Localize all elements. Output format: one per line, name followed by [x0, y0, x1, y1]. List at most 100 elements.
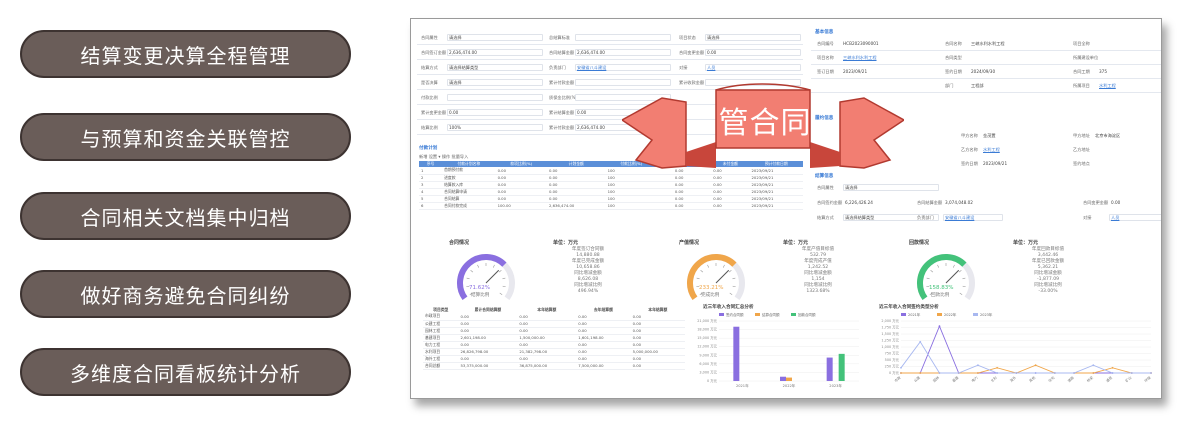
- data-point: [1034, 364, 1037, 367]
- field-input[interactable]: [705, 64, 801, 71]
- field-input[interactable]: [447, 109, 543, 116]
- y-tick-label: 1,500 万元: [881, 332, 899, 336]
- legend-label: 回款合同额: [798, 312, 816, 317]
- x-tick-label: 海外: [1009, 375, 1018, 384]
- table-cell: 0.00: [546, 188, 606, 196]
- table-cell: 0.00: [517, 355, 577, 363]
- table-cell: 6: [419, 202, 443, 210]
- field-input[interactable]: [575, 34, 671, 41]
- table-row: 电力工程 0.00 0.00 0.00 0.00: [423, 341, 685, 349]
- table-row[interactable]: 6 合同付款完成 100.00 2,636,474.00 100 0.00 0.00 2023…: [419, 202, 803, 210]
- data-point: [938, 372, 941, 374]
- field-value: 安徽省八斗建设: [577, 65, 607, 70]
- x-tick-label: 住宅: [1047, 375, 1056, 384]
- table-cell: 0.00: [495, 195, 547, 203]
- table-cell: 0.00: [517, 320, 577, 328]
- table-cell: 0.00: [711, 195, 750, 203]
- feature-label: 合同相关文档集中归档: [80, 205, 291, 230]
- data-point: [1111, 372, 1114, 374]
- field-label: 是否决算: [421, 80, 438, 85]
- legend-swatch: [901, 313, 906, 316]
- gauge-stats: 年度回款目标值 3,442.46 年度已回款金额 5,362.21 同比增减金额 -1,8…: [1013, 247, 1083, 295]
- gauge-needle: [485, 269, 500, 284]
- table-cell: 0.00: [576, 327, 631, 335]
- feature-label: 与预算和资金关联管控: [80, 126, 291, 151]
- table-row: 水利项目 26,826,798.00 21,382,798.00 0.00 5,000,…: [423, 348, 685, 356]
- field-value: 三峡水利水利工程: [971, 41, 1005, 46]
- field-label: 签约日期: [961, 161, 978, 166]
- y-tick-label: 18,000 万元: [697, 328, 717, 332]
- field-label: 甲方名称: [961, 133, 978, 138]
- table-cell: 合同付款完成: [442, 202, 496, 210]
- bar: [780, 376, 786, 381]
- table-row: 合同总额 53,375,000.00 36,875,000.00 7,500,000.…: [423, 362, 685, 370]
- series-line: [901, 325, 1151, 374]
- field-value: 三峡水利水利工程: [843, 55, 877, 60]
- gauge-percent: 233.21%: [699, 285, 724, 291]
- table-cell: 7,500,000.00: [576, 362, 631, 370]
- table-cell: 0.00: [458, 320, 518, 328]
- table-cell: 0.00: [458, 341, 518, 349]
- field-value: 请选择: [449, 80, 462, 85]
- table-row: 海外工程 0.00 0.00 0.00 0.00: [423, 355, 685, 363]
- feature-pill: 做好商务避免合同纠纷: [20, 270, 351, 318]
- field-label: 乙方名称: [961, 147, 978, 152]
- field-label: 签订日期: [817, 69, 834, 74]
- y-tick-label: 1,750 万元: [881, 326, 899, 330]
- field-label: 甲方地址: [1073, 133, 1090, 138]
- gauge-unit: 单位：万元: [783, 240, 809, 246]
- field-input[interactable]: [447, 124, 543, 131]
- field-value: 请选择结算类型: [845, 215, 875, 220]
- gauge-tick: [707, 264, 710, 268]
- row-divider: [417, 74, 803, 75]
- table-cell: 0.00: [630, 355, 685, 363]
- table-row: 市政项目 0.00 0.00 0.00 0.00: [423, 313, 685, 321]
- data-point: [1150, 372, 1152, 374]
- gauge-unit: 单位：万元: [1013, 240, 1039, 246]
- y-tick-label: 1,000 万元: [881, 345, 899, 349]
- table-row[interactable]: 5 合同结算 0.00 0.00 100 0.00 0.00 2023/09/21: [419, 195, 803, 203]
- table-cell: 0.00: [630, 334, 685, 342]
- feature-label: 做好商务避免合同纠纷: [80, 283, 291, 308]
- gauge-tick: [962, 285, 966, 288]
- table-cell: 市政项目: [423, 313, 459, 321]
- legend-swatch: [937, 313, 942, 316]
- feature-label: 结算变更决算全程管理: [80, 43, 291, 68]
- x-tick-label: 桥梁: [1086, 375, 1095, 384]
- field-label: 结算方式: [421, 65, 438, 70]
- field-label: 项目名称: [817, 55, 834, 60]
- field-value: 0.00: [707, 50, 717, 55]
- y-tick-label: 2,000 万元: [881, 319, 899, 323]
- field-label: 累计结算金额: [549, 110, 575, 115]
- y-tick-label: 21,000 万元: [697, 319, 717, 323]
- field-label: 乙方地址: [1073, 147, 1090, 152]
- payment-plan-title: 付款计划: [419, 146, 438, 151]
- table-cell: [656, 202, 665, 210]
- payment-toolbar[interactable]: 新增 设置 ▾ 操作 批量导入: [419, 154, 468, 160]
- table-cell: 0.00: [546, 181, 606, 189]
- legend-swatch: [791, 313, 796, 316]
- table-cell: 水利项目: [423, 348, 459, 356]
- bar: [838, 353, 845, 381]
- field-label: 累计变更金额: [421, 110, 447, 115]
- gauge-tick: [930, 270, 934, 273]
- data-point: [1053, 372, 1056, 374]
- line-chart: 2021年 2022年 2023年 0 万元 250 万元 500 万元 750 万元 1,0…: [881, 312, 1152, 384]
- table-cell: 4: [419, 188, 443, 196]
- field-input[interactable]: [705, 49, 801, 56]
- gauge-needle: [715, 269, 730, 284]
- bar: [786, 377, 792, 381]
- y-tick-label: 0 万元: [889, 371, 900, 375]
- gauge-tick: [937, 264, 940, 268]
- gauge-needle: [945, 269, 960, 284]
- table-cell: 1,601,198.00: [576, 334, 631, 342]
- field-input[interactable]: [447, 94, 543, 101]
- y-tick-label: 0 万元: [707, 379, 718, 383]
- gauge-tick: [926, 277, 930, 280]
- data-point: [938, 325, 941, 328]
- data-point: [900, 366, 902, 369]
- field-label: 合同签约金额: [817, 200, 843, 205]
- field-value: 人员: [707, 65, 716, 70]
- table-row: 基建项目 2,601,198.00 1,500,000.00 1,601,198.00…: [423, 334, 685, 342]
- x-tick-label: 矿山: [1124, 375, 1133, 384]
